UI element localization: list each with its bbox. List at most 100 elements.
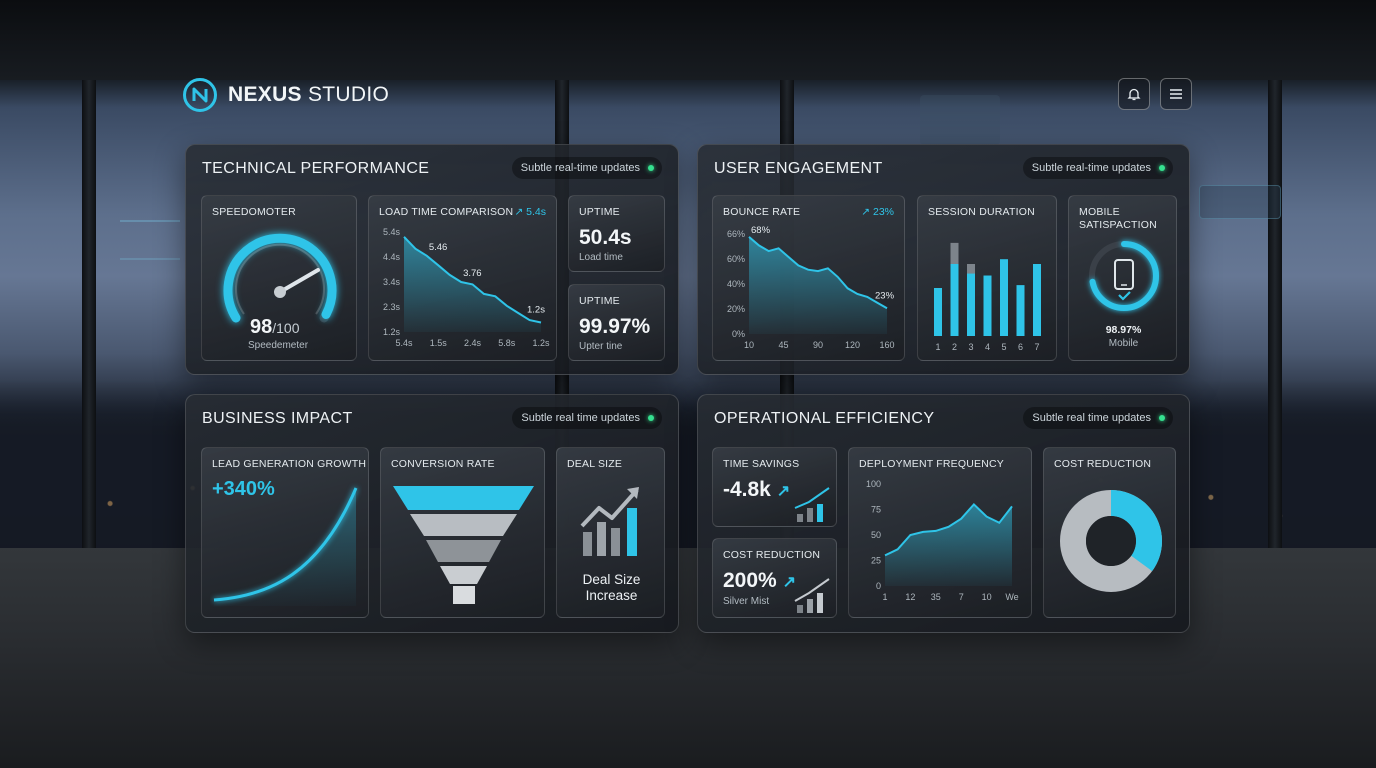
bar-blue (1000, 259, 1008, 336)
y-tick-label: 60% (727, 254, 745, 264)
holo-decoration (1199, 185, 1281, 219)
uptime-card[interactable]: UPTIME 99.97% Upter tine (568, 284, 665, 361)
card-title: UPTIME (579, 206, 620, 218)
cost-reduction-donut (1060, 490, 1162, 592)
session-duration-card[interactable]: SESSION DURATION 1 2 3 4 5 6 7 (917, 195, 1057, 361)
y-tick-label: 66% (727, 229, 745, 239)
x-tick-label: 35 (931, 592, 941, 602)
y-tick-label: 2.3s (383, 302, 401, 312)
lead-generation-card[interactable]: LEAD GENERATION GROWTH +340% (201, 447, 369, 618)
trend-mini-icon (794, 578, 830, 613)
x-tick-label: 5.8s (498, 338, 516, 348)
x-tick-label: 1.2s (532, 338, 550, 348)
cost-reduction-caption: Silver Mist (723, 596, 770, 607)
live-dot (1159, 165, 1165, 171)
x-tick-label: 1 (882, 592, 887, 602)
y-tick-label: 0 (876, 581, 881, 591)
x-tick-label: 120 (845, 340, 860, 350)
card-title: COST REDUCTION (723, 549, 821, 561)
load-time-card[interactable]: LOAD TIME COMPARISON ↗ 5.4s 5.4s 4.4s 3.4s… (368, 195, 557, 361)
holo-decoration (120, 220, 180, 260)
x-tick-label: 12 (905, 592, 915, 602)
data-label: 23% (875, 290, 895, 301)
y-tick-label: 75 (871, 505, 881, 515)
card-title: BOUNCE RATE (723, 206, 801, 218)
data-label: 68% (751, 225, 771, 236)
x-tick-label: 2.4s (464, 338, 482, 348)
uptime-load-card[interactable]: UPTIME 50.4s Load time (568, 195, 665, 272)
y-tick-label: 50 (871, 530, 881, 540)
y-tick-label: 3.4s (383, 277, 401, 287)
bounce-rate-chart: 66% 60% 40% 20% 0%10 45 90 120 160 68% 23% (727, 225, 895, 350)
panel-title: BUSINESS IMPACT (202, 410, 353, 427)
y-tick-label: 0% (732, 329, 745, 339)
card-title: LOAD TIME COMPARISON (379, 206, 514, 218)
x-tick-label: 1.5s (430, 338, 448, 348)
brand-name: NEXUS STUDIO (228, 83, 390, 106)
x-tick-label: 5 (1001, 342, 1006, 352)
data-label: 1.2s (527, 304, 545, 315)
speedometer-card[interactable]: SPEEDOMOTER 98/100 Speedemeter (201, 195, 357, 361)
bar-blue (967, 273, 975, 336)
deal-size-card[interactable]: DEAL SIZE Deal Size Increase (556, 447, 665, 618)
data-label: 3.76 (463, 268, 482, 279)
bar-blue (1033, 264, 1041, 336)
card-title: CONVERSION RATE (391, 458, 495, 470)
business-impact-panel: BUSINESS IMPACT Subtle real time updates… (185, 394, 679, 633)
y-tick-label: 4.4s (383, 252, 401, 262)
card-title: COST REDUCTION (1054, 458, 1152, 470)
mobile-satisfaction-card[interactable]: MOBILE SATISPACTION 98.97% Mobile (1068, 195, 1177, 361)
speedometer-caption: Speedemeter (248, 340, 309, 351)
time-savings-value: -4.8k ↗ (723, 478, 791, 501)
speedometer-gauge (223, 233, 337, 323)
deal-size-caption: Deal Size Increase (582, 572, 641, 603)
cost-reduction-small-card[interactable]: COST REDUCTION 200% ↗ Silver Mist (712, 538, 837, 618)
y-tick-label: 100 (866, 479, 881, 489)
deployment-frequency-card[interactable]: DEPLOYMENT FREQUENCY 100 75 50 25 0 1 12 35 7 10 W… (848, 447, 1032, 618)
window-mullion (82, 80, 96, 550)
live-dot (648, 415, 654, 421)
bounce-rate-card[interactable]: BOUNCE RATE ↗ 23% 66% 60% 40% 20% 0% 10 45 90 12… (712, 195, 905, 361)
menu-icon (1170, 89, 1182, 99)
deployment-frequency-chart: 100 75 50 25 01 12 35 7 10 We (866, 479, 1019, 602)
bar-blue (983, 275, 992, 336)
menu-button[interactable] (1160, 78, 1192, 110)
bar-blue (950, 264, 959, 336)
time-savings-card[interactable]: TIME SAVINGS -4.8k ↗ (712, 447, 837, 527)
card-title: LEAD GENERATION GROWTH (212, 458, 367, 470)
check-icon (1118, 291, 1131, 301)
card-title: UPTIME (579, 295, 620, 307)
x-tick-label: 6 (1018, 342, 1023, 352)
trend-indicator: ↗ 23% (861, 206, 894, 218)
data-label: 5.46 (429, 242, 447, 253)
lead-growth-curve (213, 487, 358, 606)
y-tick-label: 25 (871, 556, 881, 566)
x-tick-label: 4 (985, 342, 990, 352)
uptime-load-value: 50.4s (579, 226, 632, 249)
nexus-logo-icon (183, 78, 217, 112)
user-engagement-panel: USER ENGAGEMENT Subtle real-time updates… (697, 144, 1190, 375)
trend-indicator: ↗ 5.4s (514, 206, 546, 218)
window-mullion (1268, 80, 1282, 550)
panel-title: USER ENGAGEMENT (714, 160, 883, 177)
trend-mini-icon (794, 487, 830, 522)
x-tick-label: 10 (982, 592, 992, 602)
uptime-value: 99.97% (579, 315, 651, 338)
session-duration-chart: 1 2 3 4 5 6 7 (934, 242, 1041, 352)
cost-reduction-donut-card[interactable]: COST REDUCTION (1043, 447, 1176, 618)
y-tick-label: 40% (727, 279, 745, 289)
app-header: NEXUS STUDIO (183, 76, 1193, 114)
ceiling (0, 0, 1376, 80)
bar-blue (1016, 285, 1025, 336)
card-title: SPEEDOMOTER (212, 206, 296, 218)
mobile-satisfaction-caption: Mobile (1108, 338, 1139, 349)
x-tick-label: 3 (968, 342, 973, 352)
conversion-rate-card[interactable]: CONVERSION RATE (380, 447, 545, 618)
bell-icon (1127, 88, 1141, 101)
speedometer-value: 98/100 (250, 316, 300, 338)
notifications-button[interactable] (1118, 78, 1150, 110)
conversion-funnel (393, 486, 534, 604)
card-title: MOBILE SATISPACTION (1079, 206, 1157, 231)
operational-efficiency-panel: OPERATIONAL EFFICIENCY Subtle real time … (697, 394, 1190, 633)
x-tick-label: 7 (959, 592, 964, 602)
